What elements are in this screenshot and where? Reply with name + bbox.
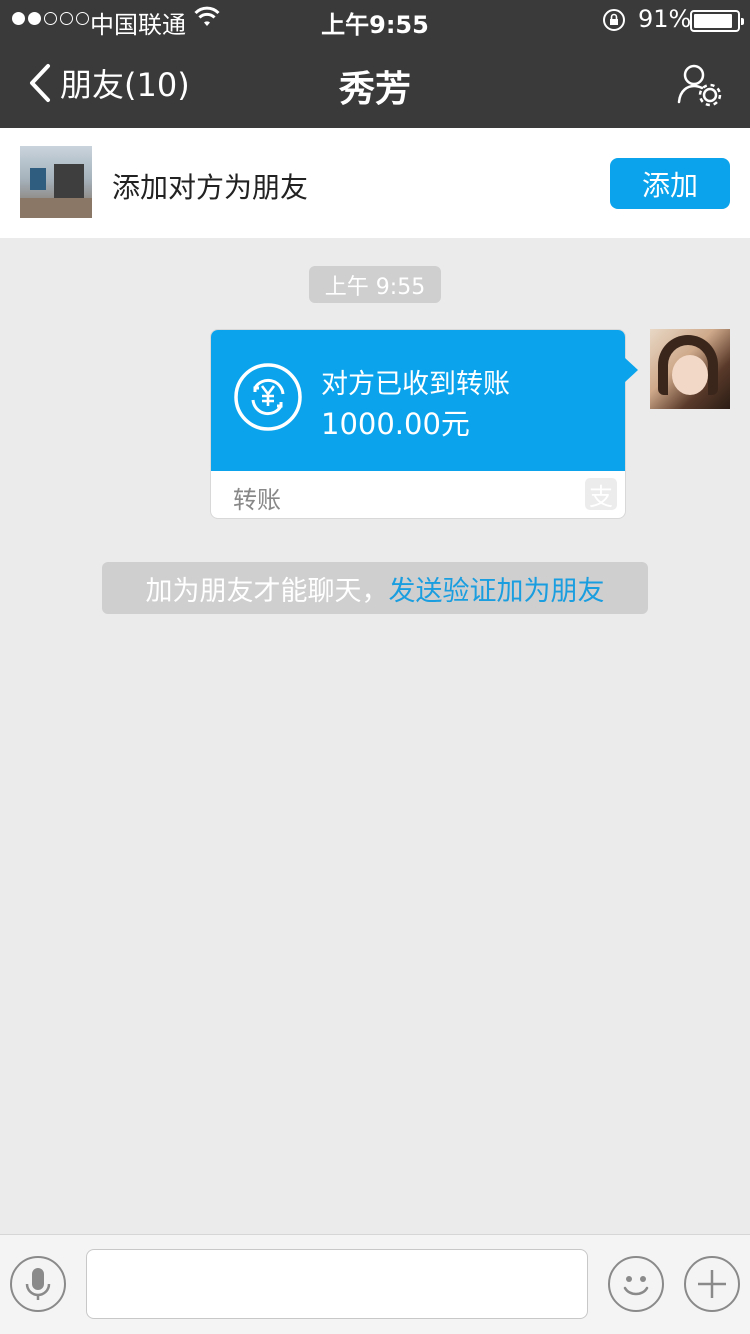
add-friend-notice: 加为朋友才能聊天， 发送验证加为朋友 (102, 562, 648, 614)
orientation-lock-icon (602, 8, 626, 38)
emoji-icon[interactable] (608, 1256, 664, 1312)
battery-percent: 91% (638, 5, 692, 33)
bubble-tail (625, 358, 638, 382)
plus-icon[interactable] (684, 1256, 740, 1312)
message-input[interactable] (86, 1249, 588, 1319)
nav-bar: 朋友(10) 秀芳 (0, 40, 750, 128)
input-bar (0, 1234, 750, 1334)
avatar[interactable] (650, 329, 730, 409)
notice-text: 加为朋友才能聊天， (145, 575, 389, 607)
transfer-message-card[interactable]: 对方已收到转账 1000.00元 转账 支 (210, 329, 638, 519)
add-friend-banner: 添加对方为朋友 添加 (0, 128, 750, 238)
message-timestamp: 上午 9:55 (309, 266, 441, 303)
alipay-icon: 支 (585, 478, 617, 511)
add-friend-button[interactable]: 添加 (610, 158, 730, 209)
top-bar: 中国联通 上午9:55 91% 朋友(10) 秀芳 (0, 0, 750, 128)
status-bar: 中国联通 上午9:55 91% (0, 0, 750, 40)
battery-icon (690, 10, 744, 32)
transfer-label: 转账 (233, 486, 281, 514)
yuan-coin-icon (233, 362, 303, 436)
add-friend-prompt: 添加对方为朋友 (112, 171, 309, 204)
transfer-amount: 1000.00元 (321, 407, 470, 441)
contact-thumbnail (20, 146, 92, 218)
page-title: 秀芳 (338, 69, 411, 110)
profile-settings-icon[interactable] (676, 62, 722, 112)
microphone-icon[interactable] (10, 1256, 66, 1312)
transfer-status: 对方已收到转账 (321, 369, 510, 400)
send-verification-link[interactable]: 发送验证加为朋友 (389, 569, 605, 608)
